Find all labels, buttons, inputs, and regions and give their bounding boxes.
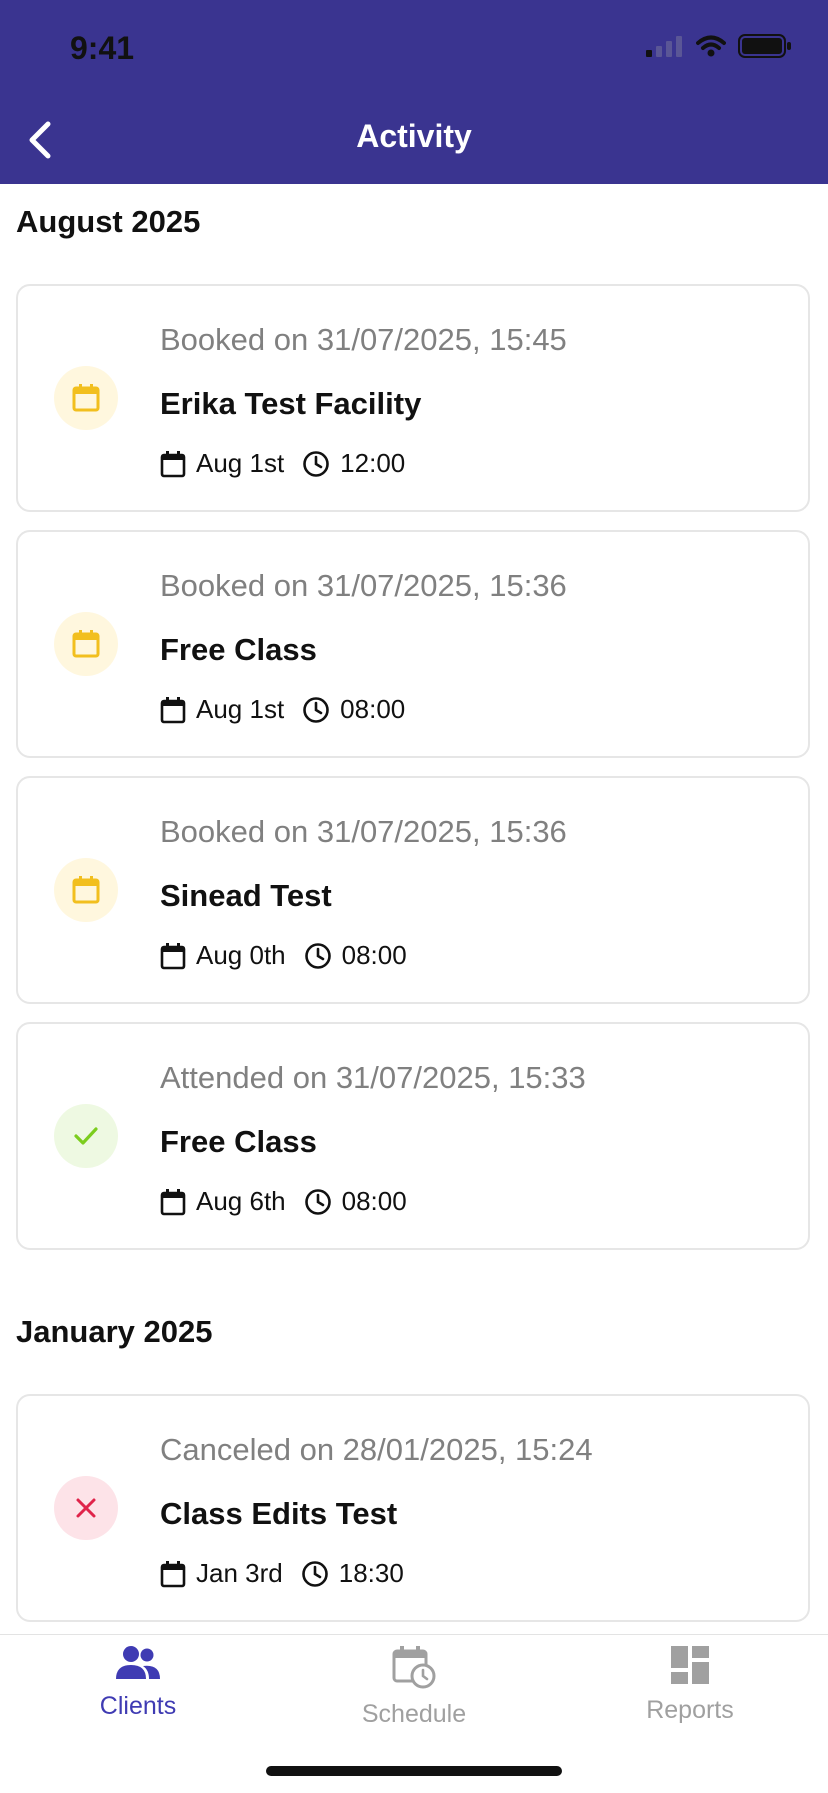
calendar-icon [160, 450, 186, 477]
app-header: 9:41 Activity [0, 0, 828, 184]
activity-status: Canceled on 28/01/2025, 15:24 [160, 1432, 593, 1467]
activity-datetime: Aug 1st 08:00 [160, 694, 405, 725]
booked-badge [54, 612, 118, 676]
calendar-icon [72, 876, 100, 904]
signal-icon [646, 36, 682, 57]
activity-date: Jan 3rd [196, 1558, 283, 1588]
activity-date: Aug 1st [196, 694, 285, 724]
activity-card[interactable]: Canceled on 28/01/2025, 15:24 Class Edit… [16, 1394, 810, 1622]
calendar-clock-icon [392, 1646, 436, 1689]
dashboard-icon [671, 1646, 709, 1684]
calendar-icon [160, 942, 186, 969]
activity-time: 08:00 [341, 940, 407, 970]
activity-time: 08:00 [341, 1186, 407, 1216]
section-title-august: August 2025 [16, 204, 201, 239]
activity-datetime: Jan 3rd 18:30 [160, 1558, 404, 1589]
activity-date: Aug 0th [196, 940, 286, 970]
calendar-icon [160, 1188, 186, 1215]
activity-time: 12:00 [340, 448, 406, 478]
booked-badge [54, 858, 118, 922]
section-title-january: January 2025 [16, 1314, 213, 1349]
activity-time: 08:00 [340, 694, 406, 724]
calendar-icon [160, 1560, 186, 1587]
activity-status: Booked on 31/07/2025, 15:45 [160, 322, 567, 357]
calendar-icon [160, 696, 186, 723]
checkmark-icon [74, 1127, 98, 1145]
booked-badge [54, 366, 118, 430]
activity-datetime: Aug 0th 08:00 [160, 940, 407, 971]
activity-card[interactable]: Attended on 31/07/2025, 15:33 Free Class… [16, 1022, 810, 1250]
status-time: 9:41 [70, 30, 135, 66]
home-indicator [266, 1766, 562, 1776]
activity-name: Class Edits Test [160, 1496, 398, 1531]
calendar-icon [72, 630, 100, 658]
activity-card[interactable]: Booked on 31/07/2025, 15:36 Free Class A… [16, 530, 810, 758]
users-icon [116, 1646, 160, 1679]
status-icons [646, 34, 792, 58]
activity-name: Free Class [160, 1124, 317, 1159]
tab-schedule[interactable]: Schedule [276, 1645, 552, 1729]
activity-status: Booked on 31/07/2025, 15:36 [160, 568, 567, 603]
clock-icon [303, 696, 329, 723]
wifi-icon [696, 35, 726, 57]
attended-badge [54, 1104, 118, 1168]
activity-card[interactable]: Booked on 31/07/2025, 15:36 Sinead Test … [16, 776, 810, 1004]
calendar-icon [72, 384, 100, 412]
tab-reports[interactable]: Reports [552, 1645, 828, 1725]
close-icon [76, 1498, 96, 1518]
clock-icon [303, 450, 329, 477]
activity-datetime: Aug 1st 12:00 [160, 448, 405, 479]
activity-datetime: Aug 6th 08:00 [160, 1186, 407, 1217]
activity-card[interactable]: Booked on 31/07/2025, 15:45 Erika Test F… [16, 284, 810, 512]
canceled-badge [54, 1476, 118, 1540]
activity-name: Erika Test Facility [160, 386, 422, 421]
clock-icon [304, 942, 331, 969]
tab-label: Clients [99, 1692, 177, 1720]
clock-icon [301, 1560, 328, 1587]
battery-icon [738, 34, 791, 58]
tab-clients[interactable]: Clients [0, 1645, 276, 1721]
activity-time: 18:30 [338, 1558, 404, 1588]
activity-list[interactable]: August 2025 Booked on 31/07/2025, 15:45 … [0, 184, 828, 1634]
page-title: Activity [356, 118, 472, 154]
tab-label: Schedule [361, 1700, 467, 1728]
activity-name: Free Class [160, 632, 317, 667]
activity-status: Booked on 31/07/2025, 15:36 [160, 814, 567, 849]
activity-name: Sinead Test [160, 878, 332, 913]
activity-status: Attended on 31/07/2025, 15:33 [160, 1060, 586, 1095]
tab-label: Reports [646, 1696, 734, 1724]
activity-date: Aug 1st [196, 448, 285, 478]
clock-icon [304, 1188, 331, 1215]
activity-date: Aug 6th [196, 1186, 286, 1216]
